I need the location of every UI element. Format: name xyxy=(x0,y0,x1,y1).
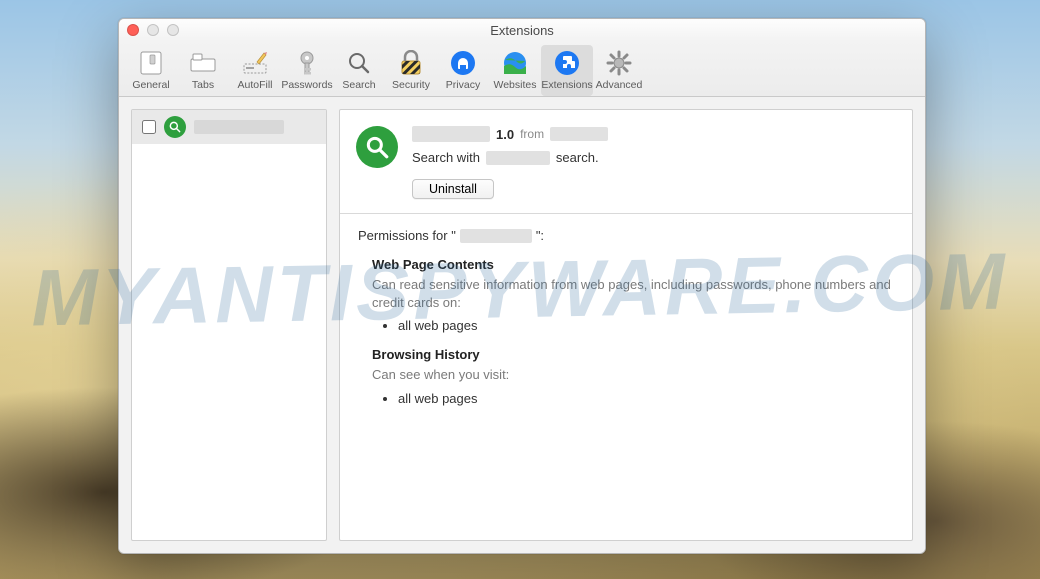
permission-desc: Can read sensitive information from web … xyxy=(372,276,894,312)
tab-passwords[interactable]: Passwords xyxy=(281,45,333,96)
permission-block: Browsing History Can see when you visit:… xyxy=(372,347,894,405)
tab-autofill[interactable]: AutoFill xyxy=(229,45,281,96)
window-title: Extensions xyxy=(119,23,925,38)
desc-prefix: Search with xyxy=(412,150,480,165)
permission-list-item: all web pages xyxy=(398,318,894,333)
desc-name-redacted xyxy=(486,151,550,165)
detail-header: 1.0 from Search with search. Uninstall xyxy=(340,110,912,214)
tab-advanced[interactable]: Advanced xyxy=(593,45,645,96)
search-icon xyxy=(345,49,373,77)
window-titlebar: Extensions xyxy=(119,19,925,41)
tab-label: Advanced xyxy=(596,79,643,91)
content-area: 1.0 from Search with search. Uninstall P… xyxy=(119,97,925,553)
privacy-icon xyxy=(449,49,477,77)
tab-extensions[interactable]: Extensions xyxy=(541,45,593,96)
extension-name-redacted xyxy=(194,120,284,134)
tab-tabs[interactable]: Tabs xyxy=(177,45,229,96)
tab-label: Search xyxy=(342,79,375,91)
security-icon xyxy=(397,49,425,77)
advanced-icon xyxy=(605,49,633,77)
desc-suffix: search. xyxy=(556,150,599,165)
tab-label: AutoFill xyxy=(237,79,272,91)
extension-title-redacted xyxy=(412,126,490,142)
extensions-icon xyxy=(553,49,581,77)
tab-label: Passwords xyxy=(281,79,332,91)
passwords-icon xyxy=(293,49,321,77)
permission-list: all web pages xyxy=(398,318,894,333)
permission-heading: Browsing History xyxy=(372,347,894,362)
tab-search[interactable]: Search xyxy=(333,45,385,96)
extensions-sidebar xyxy=(131,109,327,541)
perm-title-prefix: Permissions for " xyxy=(358,228,456,243)
permission-list-item: all web pages xyxy=(398,391,894,406)
permission-list: all web pages xyxy=(398,391,894,406)
extension-icon xyxy=(164,116,186,138)
tab-websites[interactable]: Websites xyxy=(489,45,541,96)
detail-header-text: 1.0 from Search with search. Uninstall xyxy=(412,126,896,199)
tab-label: General xyxy=(132,79,169,91)
tab-security[interactable]: Security xyxy=(385,45,437,96)
permission-block: Web Page Contents Can read sensitive inf… xyxy=(372,257,894,333)
websites-icon xyxy=(501,49,529,77)
tab-label: Extensions xyxy=(541,79,592,91)
extension-enable-checkbox[interactable] xyxy=(142,120,156,134)
extension-list-item[interactable] xyxy=(132,110,326,144)
autofill-icon xyxy=(241,49,269,77)
preferences-window: Extensions General Tabs AutoFill Passwor… xyxy=(118,18,926,554)
permission-heading: Web Page Contents xyxy=(372,257,894,272)
extension-detail-panel: 1.0 from Search with search. Uninstall P… xyxy=(339,109,913,541)
tab-privacy[interactable]: Privacy xyxy=(437,45,489,96)
tabs-icon xyxy=(189,49,217,77)
tab-label: Privacy xyxy=(446,79,480,91)
tab-label: Tabs xyxy=(192,79,214,91)
uninstall-button[interactable]: Uninstall xyxy=(412,179,494,199)
permission-desc: Can see when you visit: xyxy=(372,366,894,384)
preferences-toolbar: General Tabs AutoFill Passwords Search xyxy=(119,41,925,97)
perm-title-suffix: ": xyxy=(536,228,544,243)
from-label: from xyxy=(520,127,544,141)
tab-label: Security xyxy=(392,79,430,91)
permissions-section: Permissions for " ": Web Page Contents C… xyxy=(340,214,912,434)
extension-author-redacted xyxy=(550,127,608,141)
tab-general[interactable]: General xyxy=(125,45,177,96)
perm-title-name-redacted xyxy=(460,229,532,243)
general-icon xyxy=(137,49,165,77)
extension-version: 1.0 xyxy=(496,127,514,142)
permissions-title: Permissions for " ": xyxy=(358,228,894,243)
extension-icon-large xyxy=(356,126,398,168)
tab-label: Websites xyxy=(494,79,537,91)
